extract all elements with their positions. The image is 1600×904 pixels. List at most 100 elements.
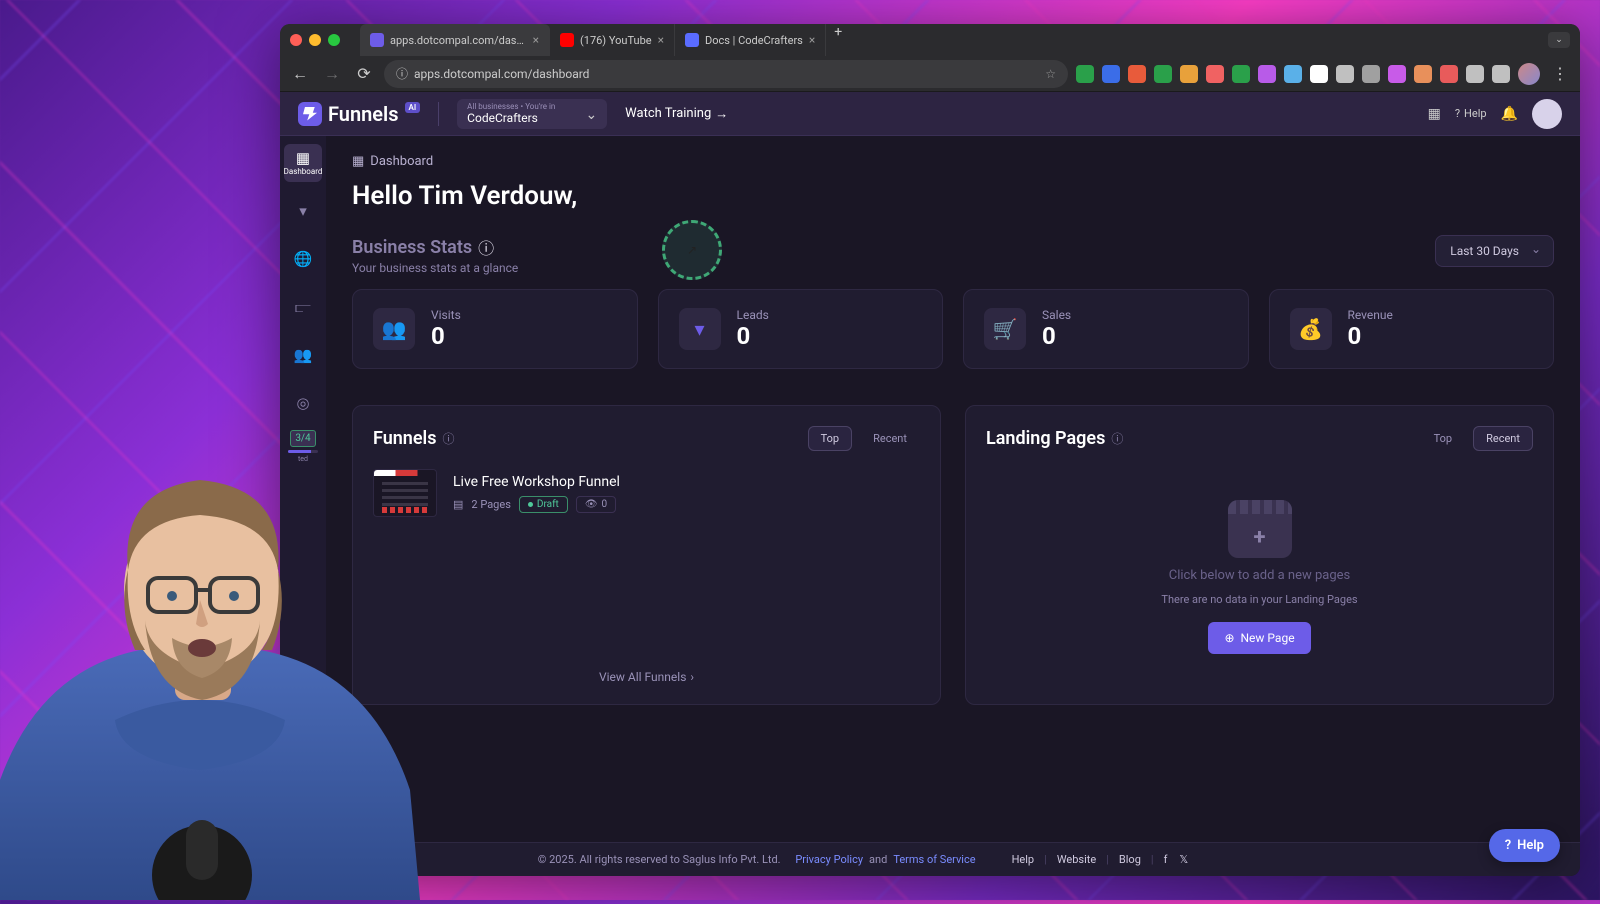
pill-top[interactable]: Top: [808, 426, 852, 451]
favicon-icon: [560, 33, 574, 47]
extension-icon[interactable]: [1206, 65, 1224, 83]
date-range-selector[interactable]: Last 30 Days: [1435, 235, 1554, 267]
info-icon[interactable]: ⓘ: [1111, 430, 1123, 447]
extension-icon[interactable]: [1284, 65, 1302, 83]
funnel-list-item[interactable]: Live Free Workshop Funnel ▤ 2 Pages Draf…: [373, 469, 920, 517]
facebook-icon[interactable]: f: [1164, 853, 1168, 866]
progress-bar: [288, 450, 318, 453]
stat-card-visits[interactable]: 👥 Visits 0: [352, 289, 638, 369]
funnel-icon: ▾: [295, 203, 311, 219]
main-panel: ▦ Dashboard Hello Tim Verdouw, Business …: [326, 136, 1580, 876]
stat-label: Leads: [737, 308, 769, 322]
browser-tabs: apps.dotcompal.com/dashbo × (176) YouTub…: [360, 24, 1548, 56]
maximize-window-icon[interactable]: [328, 34, 340, 46]
new-tab-button[interactable]: +: [826, 24, 850, 56]
tab-title: Docs | CodeCrafters: [705, 34, 803, 47]
minimize-window-icon[interactable]: [309, 34, 321, 46]
footer-help-link[interactable]: Help: [1012, 853, 1035, 866]
sidebar-item-label: Dashboard: [284, 167, 323, 176]
close-window-icon[interactable]: [290, 34, 302, 46]
bell-icon[interactable]: 🔔: [1501, 106, 1518, 122]
favicon-icon: [685, 33, 699, 47]
profile-avatar-icon[interactable]: [1518, 63, 1540, 85]
divider: [438, 102, 439, 126]
apps-grid-icon[interactable]: ▦: [1428, 106, 1441, 122]
sidebar-item-target[interactable]: ◎: [284, 384, 322, 422]
logo[interactable]: Funnels AI: [298, 102, 420, 126]
sidebar-item-funnels[interactable]: ▾: [284, 192, 322, 230]
views-value: 0: [602, 499, 608, 510]
browser-menu-icon[interactable]: ⋮: [1548, 62, 1572, 86]
tab-close-icon[interactable]: ×: [658, 33, 664, 47]
help-link[interactable]: ? Help: [1455, 107, 1487, 120]
extension-icon[interactable]: [1414, 65, 1432, 83]
reload-button[interactable]: ⟳: [352, 62, 376, 86]
breadcrumb: ▦ Dashboard: [352, 154, 1554, 169]
business-selector[interactable]: All businesses • You're in CodeCrafters: [457, 99, 607, 129]
sidebar-item-settings[interactable]: ⚙: [284, 820, 322, 858]
sidebar-item-analytics[interactable]: ⫍: [284, 288, 322, 326]
extension-icon[interactable]: [1076, 65, 1094, 83]
extension-icon[interactable]: [1258, 65, 1276, 83]
browser-tab-active[interactable]: apps.dotcompal.com/dashbo ×: [360, 24, 550, 56]
extension-icon[interactable]: [1362, 65, 1380, 83]
terms-link[interactable]: Terms of Service: [893, 853, 975, 866]
forward-button[interactable]: →: [320, 62, 344, 86]
status-badge: Draft: [519, 496, 568, 513]
new-page-button[interactable]: ⊕ New Page: [1208, 622, 1310, 654]
pill-recent[interactable]: Recent: [1473, 426, 1533, 451]
stat-card-leads[interactable]: ▾ Leads 0: [658, 289, 944, 369]
info-icon[interactable]: ⓘ: [478, 235, 494, 259]
pill-recent[interactable]: Recent: [860, 426, 920, 451]
browser-tab[interactable]: (176) YouTube ×: [550, 24, 675, 56]
extension-icon[interactable]: [1154, 65, 1172, 83]
back-button[interactable]: ←: [288, 62, 312, 86]
progress-subtext: ted: [298, 455, 308, 463]
extension-icon[interactable]: [1102, 65, 1120, 83]
url-input[interactable]: ⓘ apps.dotcompal.com/dashboard ☆: [384, 60, 1068, 88]
progress-text: 3/4: [290, 430, 315, 447]
footer-website-link[interactable]: Website: [1057, 853, 1096, 866]
stats-subtitle: Your business stats at a glance: [352, 261, 518, 275]
extension-icon[interactable]: [1310, 65, 1328, 83]
help-fab-button[interactable]: ? Help: [1489, 829, 1560, 862]
watch-training-label: Watch Training: [625, 106, 711, 121]
tab-close-icon[interactable]: ×: [809, 33, 815, 47]
mac-traffic-lights: [290, 34, 340, 46]
tab-close-icon[interactable]: ×: [533, 33, 539, 47]
x-icon[interactable]: 𝕏: [1179, 853, 1188, 866]
arrow-right-icon: →: [715, 106, 728, 122]
info-icon[interactable]: ⓘ: [442, 430, 454, 447]
extension-icon[interactable]: [1232, 65, 1250, 83]
new-page-label: New Page: [1241, 631, 1295, 645]
sidebar-item-globe[interactable]: 🌐: [284, 240, 322, 278]
extension-icon[interactable]: [1440, 65, 1458, 83]
extension-icon[interactable]: [1466, 65, 1484, 83]
footer-blog-link[interactable]: Blog: [1119, 853, 1141, 866]
avatar[interactable]: [1532, 99, 1562, 129]
pill-top[interactable]: Top: [1421, 426, 1465, 451]
empty-state: Click below to add a new pages There are…: [986, 469, 1533, 684]
site-info-icon[interactable]: ⓘ: [396, 65, 408, 82]
stat-card-revenue[interactable]: 💰 Revenue 0: [1269, 289, 1555, 369]
stat-value: 0: [431, 322, 461, 350]
watch-training-link[interactable]: Watch Training →: [625, 106, 728, 122]
browser-tab[interactable]: Docs | CodeCrafters ×: [675, 24, 826, 56]
grid-icon: ▦: [352, 154, 364, 169]
extension-icon[interactable]: [1492, 65, 1510, 83]
extension-icon[interactable]: [1180, 65, 1198, 83]
privacy-link[interactable]: Privacy Policy: [795, 853, 863, 866]
extension-icon[interactable]: [1388, 65, 1406, 83]
extension-icon[interactable]: [1128, 65, 1146, 83]
help-fab-label: Help: [1517, 838, 1544, 853]
sidebar-item-dashboard[interactable]: ▦ Dashboard: [284, 144, 322, 182]
view-all-funnels-link[interactable]: View All Funnels ›: [599, 670, 694, 684]
bookmark-star-icon[interactable]: ☆: [1045, 67, 1056, 81]
extension-icon[interactable]: [1336, 65, 1354, 83]
logo-badge: AI: [405, 102, 421, 113]
chevron-down-icon[interactable]: ⌄: [1548, 32, 1570, 48]
chevron-right-icon: ›: [690, 670, 694, 684]
sidebar-progress[interactable]: 3/4 ted: [280, 430, 326, 463]
sidebar-item-users[interactable]: 👥: [284, 336, 322, 374]
stat-card-sales[interactable]: 🛒 Sales 0: [963, 289, 1249, 369]
